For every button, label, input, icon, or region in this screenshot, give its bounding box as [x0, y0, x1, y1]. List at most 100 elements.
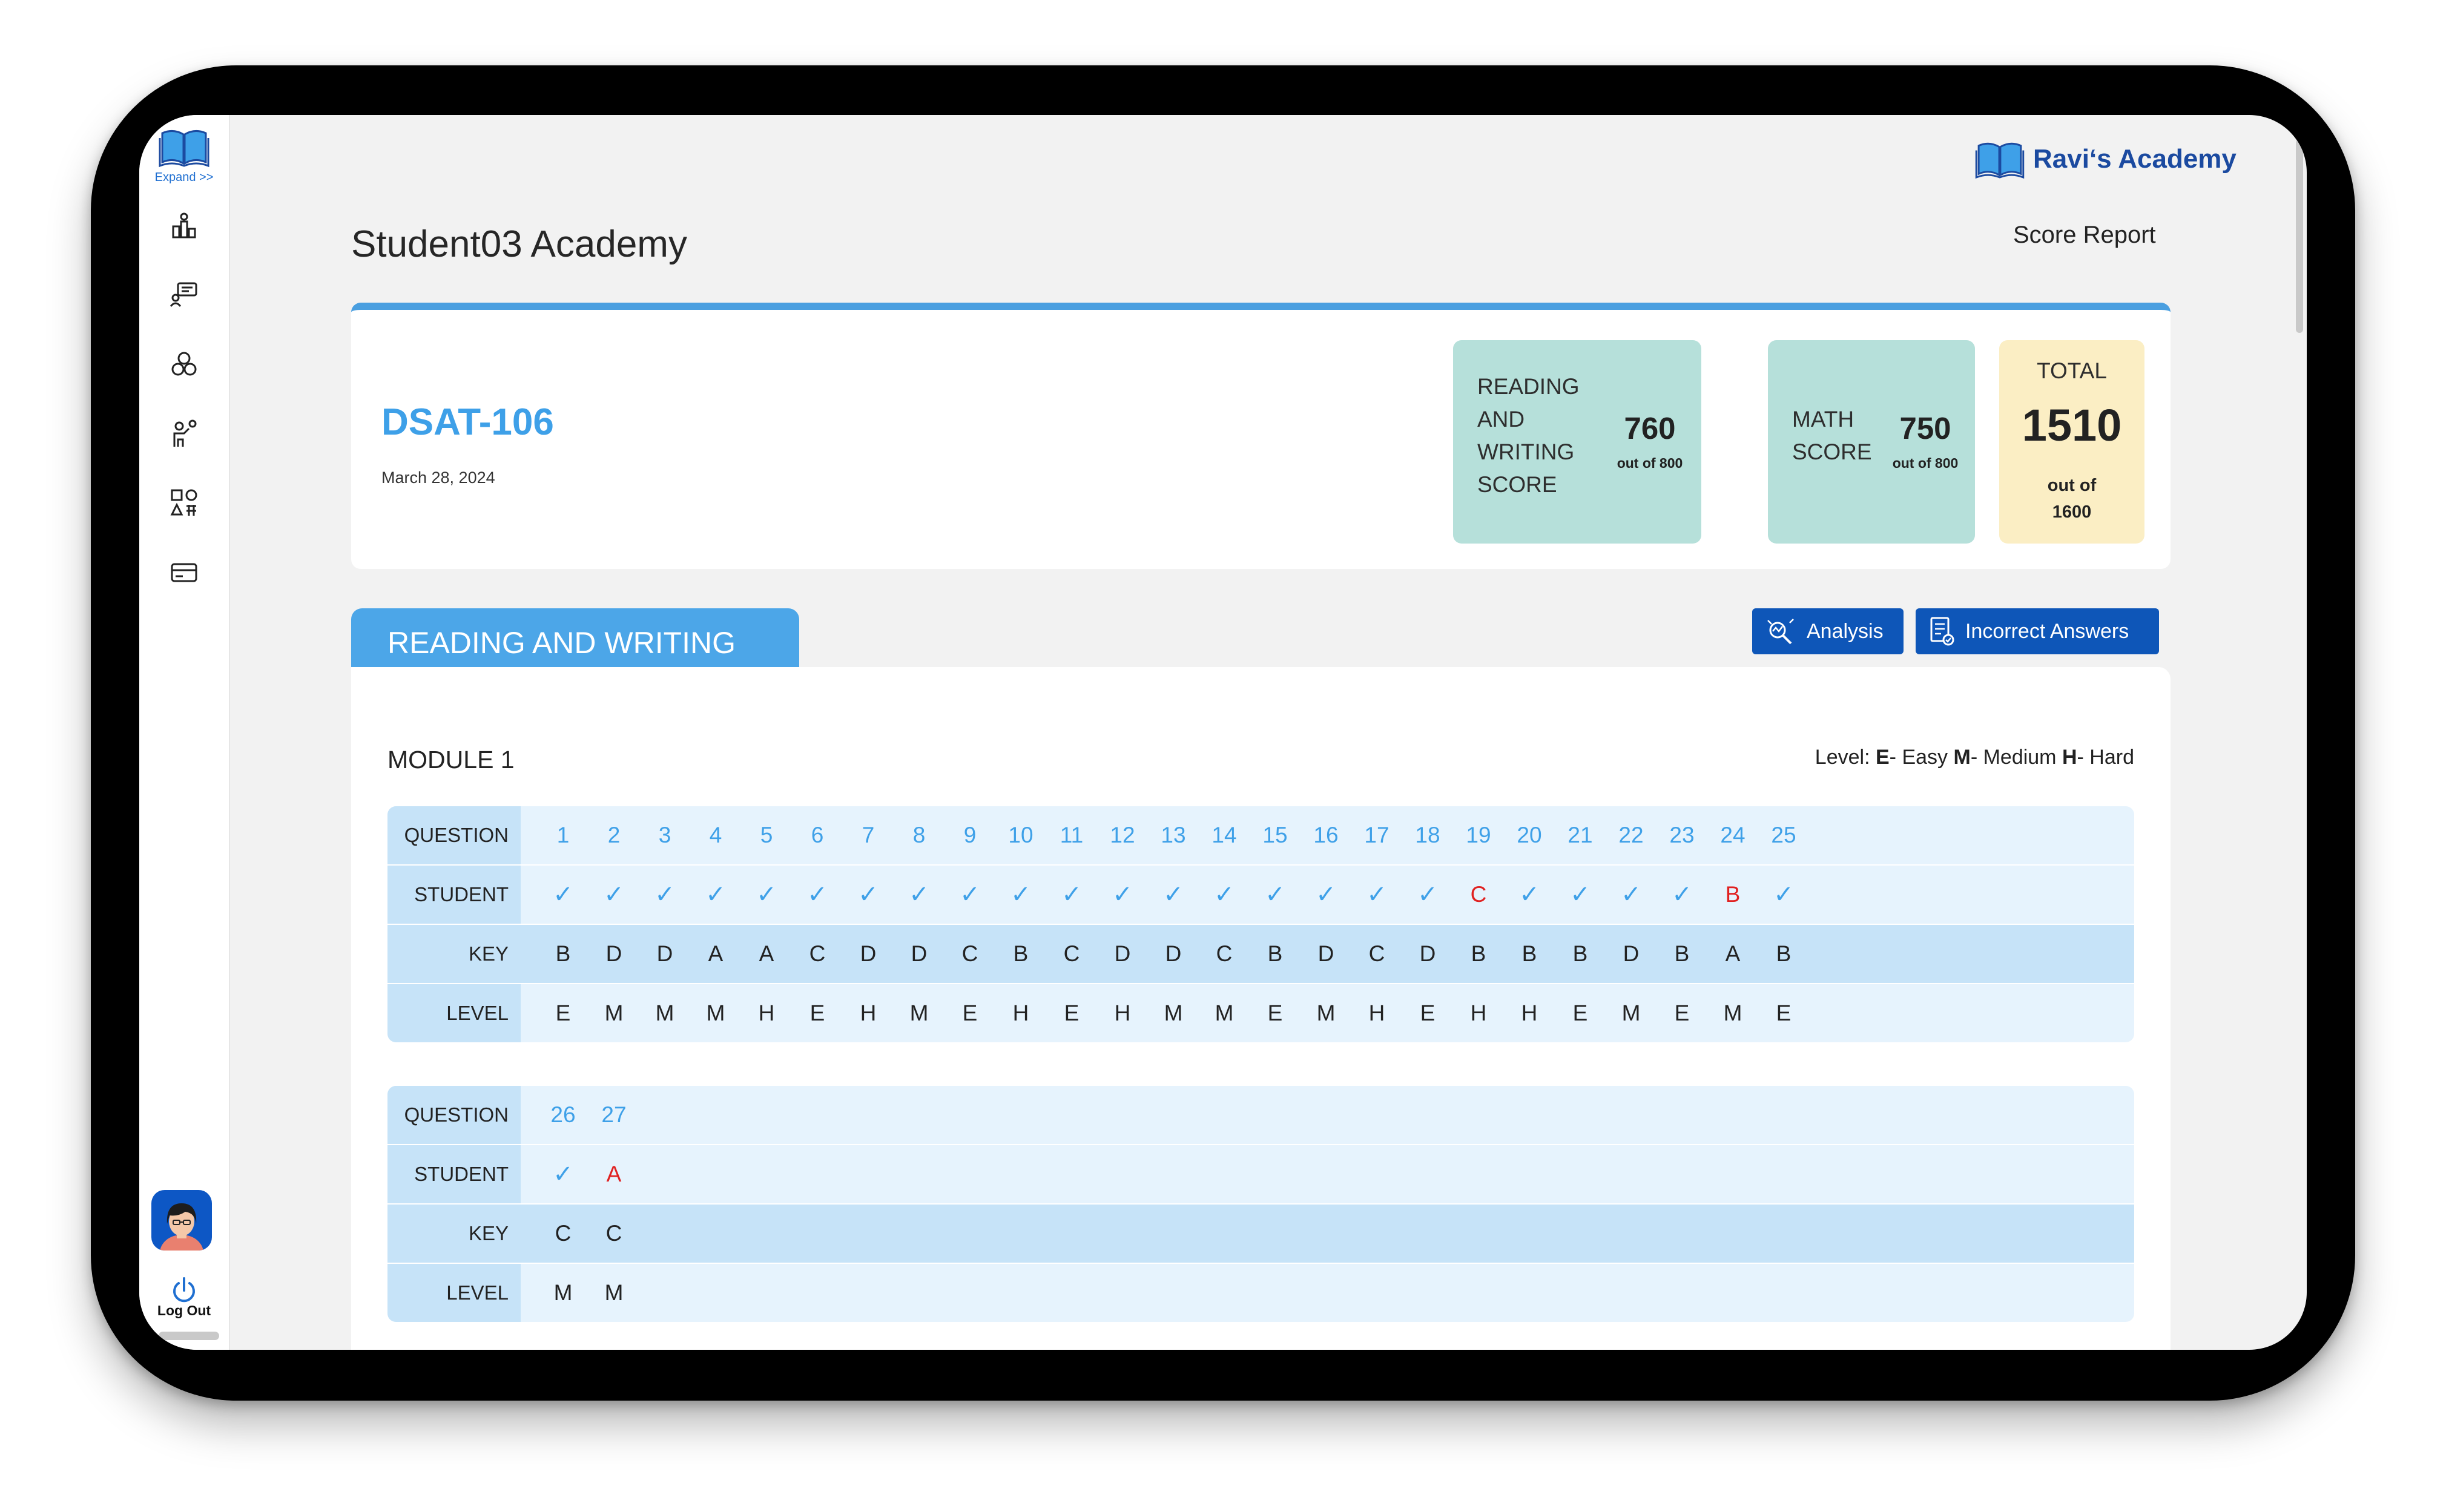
question-number[interactable]: 24: [1707, 806, 1758, 864]
total-score-value: 1510: [2022, 400, 2122, 450]
question-number[interactable]: 17: [1351, 806, 1402, 864]
total-out-of-line: out of: [2047, 476, 2097, 495]
question-number[interactable]: 11: [1046, 806, 1097, 864]
difficulty-level: E: [555, 1001, 571, 1025]
answer-key: B: [1776, 941, 1792, 966]
answer-key: D: [860, 941, 877, 966]
level-row-header: LEVEL: [387, 1264, 521, 1322]
math-score-out-of: out of 800: [1892, 455, 1959, 471]
avatar[interactable]: [151, 1190, 212, 1251]
question-number[interactable]: 22: [1606, 806, 1656, 864]
answer-key: D: [911, 941, 928, 966]
question-number[interactable]: 20: [1504, 806, 1555, 864]
main-scrollbar[interactable]: [2296, 139, 2303, 333]
difficulty-level: E: [1572, 1001, 1588, 1025]
dashboard-icon[interactable]: [170, 212, 199, 241]
difficulty-level: E: [1776, 1001, 1792, 1025]
legend-medium-text: - Medium: [1970, 746, 2057, 769]
logout-button[interactable]: Log Out: [139, 1303, 229, 1319]
correct-check-icon: ✓: [1265, 881, 1285, 908]
question-number[interactable]: 18: [1402, 806, 1453, 864]
book-logo-icon[interactable]: [159, 127, 209, 167]
level-row: LEVEL E M M M H E H M E H E H M M E M H E H H E M E M E: [387, 984, 2134, 1042]
analysis-label: Analysis: [1807, 619, 1884, 643]
brand[interactable]: Ravi‘s Academy: [1974, 138, 2237, 180]
level-row: LEVEL M M: [387, 1264, 2134, 1322]
question-number[interactable]: 21: [1555, 806, 1606, 864]
difficulty-level: M: [655, 1001, 674, 1025]
question-number[interactable]: 16: [1300, 806, 1351, 864]
total-out-of-line: 1600: [2052, 502, 2092, 522]
question-number[interactable]: 4: [690, 806, 741, 864]
modules-icon[interactable]: [170, 350, 199, 379]
answer-key: D: [1114, 941, 1131, 966]
answer-key: B: [1471, 941, 1486, 966]
question-number[interactable]: 25: [1758, 806, 1809, 864]
question-row: QUESTION 1 2 3 4 5 6 7 8 9 10 11 12 13 14 15 16 17 18 19 20 2…: [387, 806, 2134, 866]
question-number[interactable]: 6: [792, 806, 843, 864]
incorrect-answers-button[interactable]: Incorrect Answers: [1916, 608, 2159, 654]
app-screen: Expand >> Log Out Ravi‘s Academy Student…: [139, 115, 2307, 1350]
correct-check-icon: ✓: [1621, 881, 1641, 908]
difficulty-level: E: [1420, 1001, 1436, 1025]
difficulty-level: H: [1521, 1001, 1538, 1025]
difficulty-level: M: [1164, 1001, 1183, 1025]
question-number[interactable]: 2: [588, 806, 639, 864]
analysis-button[interactable]: Analysis: [1752, 608, 1904, 654]
student-row: STUDENT ✓ ✓ ✓ ✓ ✓ ✓ ✓ ✓ ✓ ✓ ✓ ✓ ✓ ✓ ✓ ✓ ✓ ✓ C ✓ ✓ ✓ ✓ B ✓: [387, 866, 2134, 925]
difficulty-level: E: [1674, 1001, 1690, 1025]
expand-link[interactable]: Expand >>: [139, 171, 229, 185]
answer-key: D: [1165, 941, 1182, 966]
question-number[interactable]: 1: [538, 806, 588, 864]
answer-key: D: [656, 941, 673, 966]
question-number[interactable]: 23: [1656, 806, 1707, 864]
answer-key: B: [555, 941, 571, 966]
question-number[interactable]: 5: [741, 806, 792, 864]
incorrect-answers-label: Incorrect Answers: [1965, 619, 2129, 643]
shapes-icon[interactable]: [170, 488, 199, 517]
correct-check-icon: ✓: [705, 881, 726, 908]
correct-check-icon: ✓: [1061, 881, 1082, 908]
level-row-header: LEVEL: [387, 984, 521, 1042]
correct-check-icon: ✓: [807, 881, 828, 908]
power-icon[interactable]: [170, 1276, 199, 1305]
question-number[interactable]: 3: [639, 806, 690, 864]
question-number[interactable]: 12: [1097, 806, 1148, 864]
question-number[interactable]: 7: [843, 806, 894, 864]
answer-key: D: [1623, 941, 1640, 966]
level-legend: Level: E- Easy M- Medium H- Hard: [1815, 746, 2134, 769]
answer-key: C: [809, 941, 826, 966]
correct-check-icon: ✓: [1366, 881, 1387, 908]
test-summary-card: DSAT-106 March 28, 2024 READING AND WRIT…: [351, 303, 2171, 569]
tab-reading-writing[interactable]: READING AND WRITING: [351, 608, 799, 669]
question-number[interactable]: 19: [1453, 806, 1504, 864]
card-icon[interactable]: [170, 558, 199, 587]
correct-check-icon: ✓: [756, 881, 777, 908]
difficulty-level: M: [1215, 1001, 1234, 1025]
brand-name: Ravi‘s Academy: [2033, 144, 2237, 174]
difficulty-level: H: [758, 1001, 775, 1025]
difficulty-level: M: [706, 1001, 725, 1025]
sidebar-scrollbar[interactable]: [159, 1332, 219, 1340]
answer-key: D: [605, 941, 622, 966]
rw-score-value: 760: [1624, 411, 1676, 445]
question-number[interactable]: 26: [538, 1086, 588, 1144]
question-number[interactable]: 8: [894, 806, 944, 864]
teacher-icon[interactable]: [170, 419, 199, 448]
student-row-header: STUDENT: [387, 1145, 521, 1203]
student-row: STUDENT ✓ A: [387, 1145, 2134, 1205]
question-number[interactable]: 15: [1250, 806, 1300, 864]
question-number[interactable]: 13: [1148, 806, 1199, 864]
chat-icon[interactable]: [170, 280, 199, 309]
total-label: TOTAL: [2037, 358, 2107, 383]
question-number[interactable]: 14: [1199, 806, 1250, 864]
answer-key: C: [555, 1221, 572, 1246]
student-answer-incorrect: A: [606, 1162, 622, 1186]
question-number[interactable]: 9: [944, 806, 995, 864]
question-number[interactable]: 27: [588, 1086, 639, 1144]
answer-key: C: [605, 1221, 622, 1246]
test-date: March 28, 2024: [381, 468, 495, 487]
correct-check-icon: ✓: [654, 881, 675, 908]
math-score-label: MATH SCORE: [1792, 403, 1872, 468]
question-number[interactable]: 10: [995, 806, 1046, 864]
